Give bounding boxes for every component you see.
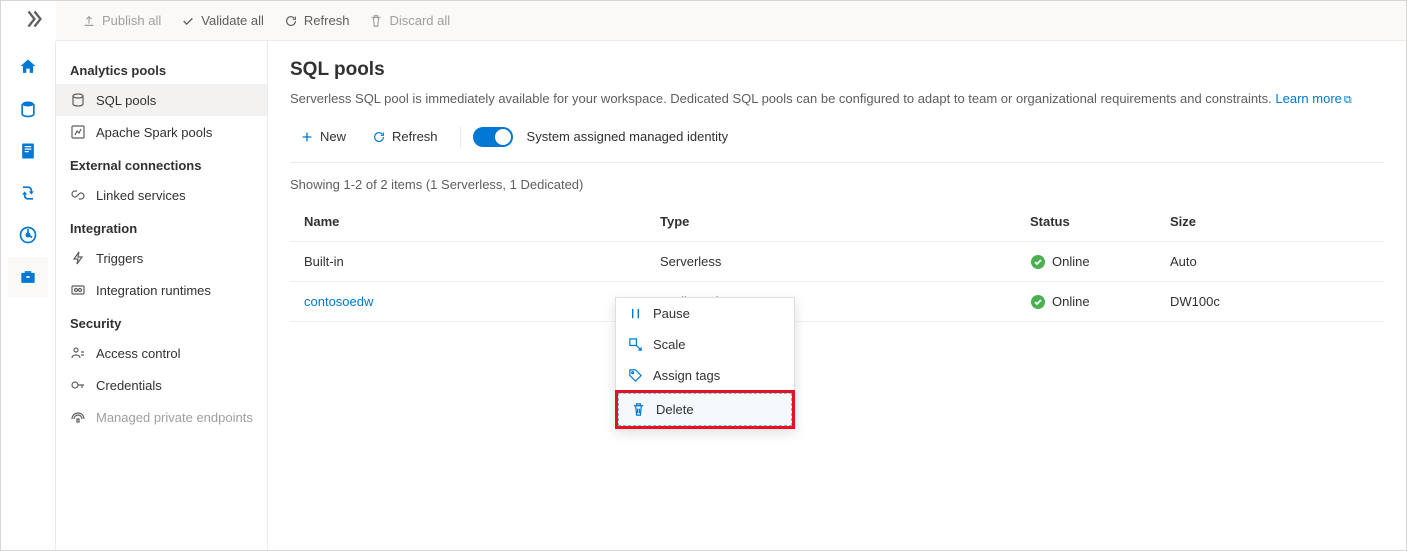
page-desc-text: Serverless SQL pool is immediately avail… (290, 91, 1275, 106)
grid-header: Name Type Status Size (290, 202, 1384, 242)
managed-identity-toggle[interactable] (473, 127, 513, 147)
refresh-label-top: Refresh (304, 13, 350, 28)
upload-icon (82, 14, 96, 28)
credentials-icon (70, 377, 86, 393)
sidebar-item-linked-services[interactable]: Linked services (56, 179, 267, 211)
check-icon (181, 14, 195, 28)
sidebar-group-security: Security (56, 306, 267, 337)
ir-icon (70, 282, 86, 298)
menu-tags-label: Assign tags (653, 368, 720, 383)
sidebar-item-spark-pools[interactable]: Apache Spark pools (56, 116, 267, 148)
sidebar-group-integration: Integration (56, 211, 267, 242)
main-content: SQL pools Serverless SQL pool is immedia… (268, 41, 1406, 550)
menu-pause[interactable]: Pause (616, 298, 794, 329)
menu-delete[interactable]: Delete (618, 393, 792, 426)
sql-pools-icon (70, 92, 86, 108)
col-type-header: Type (660, 214, 1030, 229)
manage-sidebar: Analytics pools SQL pools Apache Spark p… (56, 41, 268, 550)
sidebar-triggers-label: Triggers (96, 251, 143, 266)
pause-icon (628, 306, 643, 321)
sidebar-credentials-label: Credentials (96, 378, 162, 393)
sidebar-mpe-label: Managed private endpoints (96, 410, 253, 425)
rail-integrate[interactable] (8, 173, 48, 213)
status-online-icon (1030, 254, 1046, 270)
rail-data[interactable] (8, 89, 48, 129)
discard-all-label: Discard all (389, 13, 450, 28)
col-size-header: Size (1170, 214, 1384, 229)
sidebar-item-credentials[interactable]: Credentials (56, 369, 267, 401)
top-toolbar: Publish all Validate all Refresh Discard… (56, 1, 1406, 41)
cell-status: Online (1052, 254, 1090, 269)
new-button[interactable]: New (290, 125, 356, 148)
linked-services-icon (70, 187, 86, 203)
scale-icon (628, 337, 643, 352)
sql-pools-grid: Name Type Status Size Built-in Serverles… (290, 202, 1384, 322)
col-name-header: Name (290, 214, 660, 229)
refresh-button[interactable]: Refresh (362, 125, 448, 148)
learn-more-label: Learn more (1275, 91, 1341, 106)
left-rail (1, 41, 56, 550)
row-context-menu: Pause Scale Assign tags Delete (615, 297, 795, 429)
sidebar-item-triggers[interactable]: Triggers (56, 242, 267, 274)
sidebar-access-label: Access control (96, 346, 181, 361)
rail-home[interactable] (8, 47, 48, 87)
triggers-icon (70, 250, 86, 266)
sidebar-spark-label: Apache Spark pools (96, 125, 212, 140)
refresh-icon (372, 130, 386, 144)
trash-icon (369, 14, 383, 28)
sidebar-linked-label: Linked services (96, 188, 186, 203)
mpe-icon (70, 409, 86, 425)
menu-scale[interactable]: Scale (616, 329, 794, 360)
cell-size: Auto (1170, 254, 1384, 269)
refresh-label: Refresh (392, 129, 438, 144)
sidebar-item-access-control[interactable]: Access control (56, 337, 267, 369)
menu-pause-label: Pause (653, 306, 690, 321)
sidebar-group-external: External connections (56, 148, 267, 179)
toggle-label: System assigned managed identity (527, 129, 729, 144)
validate-all-label: Validate all (201, 13, 264, 28)
refresh-button-top[interactable]: Refresh (274, 1, 360, 40)
table-row[interactable]: Built-in Serverless Online Auto (290, 242, 1384, 282)
sidebar-group-analytics: Analytics pools (56, 53, 267, 84)
rail-monitor[interactable] (8, 215, 48, 255)
new-label: New (320, 129, 346, 144)
sidebar-item-sql-pools[interactable]: SQL pools (56, 84, 267, 116)
sidebar-ir-label: Integration runtimes (96, 283, 211, 298)
menu-scale-label: Scale (653, 337, 686, 352)
status-online-icon (1030, 294, 1046, 310)
external-link-icon: ⧉ (1344, 94, 1352, 106)
cell-name: Built-in (290, 254, 660, 269)
sidebar-sql-label: SQL pools (96, 93, 156, 108)
cell-size: DW100c (1170, 294, 1384, 309)
validate-all-button[interactable]: Validate all (171, 1, 274, 40)
cell-type: Serverless (660, 254, 1030, 269)
plus-icon (300, 130, 314, 144)
col-status-header: Status (1030, 214, 1170, 229)
sidebar-item-integration-runtimes[interactable]: Integration runtimes (56, 274, 267, 306)
page-title: SQL pools (290, 59, 1384, 81)
learn-more-link[interactable]: Learn more⧉ (1275, 91, 1351, 106)
spark-pools-icon (70, 124, 86, 140)
page-desc: Serverless SQL pool is immediately avail… (290, 91, 1384, 107)
delete-highlight: Delete (615, 390, 795, 429)
expand-panel-button[interactable] (21, 7, 45, 31)
rail-manage[interactable] (8, 257, 48, 297)
divider (460, 126, 461, 148)
discard-all-button[interactable]: Discard all (359, 1, 460, 40)
publish-all-label: Publish all (102, 13, 161, 28)
cell-name-link[interactable]: contosoedw (290, 294, 660, 309)
tag-icon (628, 368, 643, 383)
delete-icon (631, 402, 646, 417)
access-control-icon (70, 345, 86, 361)
cell-status: Online (1052, 294, 1090, 309)
table-row[interactable]: contosoedw Dedicated Online DW100c (290, 282, 1384, 322)
sidebar-item-managed-private-endpoints[interactable]: Managed private endpoints (56, 401, 267, 433)
action-row: New Refresh System assigned managed iden… (290, 125, 1384, 163)
publish-all-button[interactable]: Publish all (72, 1, 171, 40)
refresh-icon (284, 14, 298, 28)
rail-develop[interactable] (8, 131, 48, 171)
item-count: Showing 1-2 of 2 items (1 Serverless, 1 … (290, 163, 1384, 202)
menu-delete-label: Delete (656, 402, 694, 417)
menu-assign-tags[interactable]: Assign tags (616, 360, 794, 391)
